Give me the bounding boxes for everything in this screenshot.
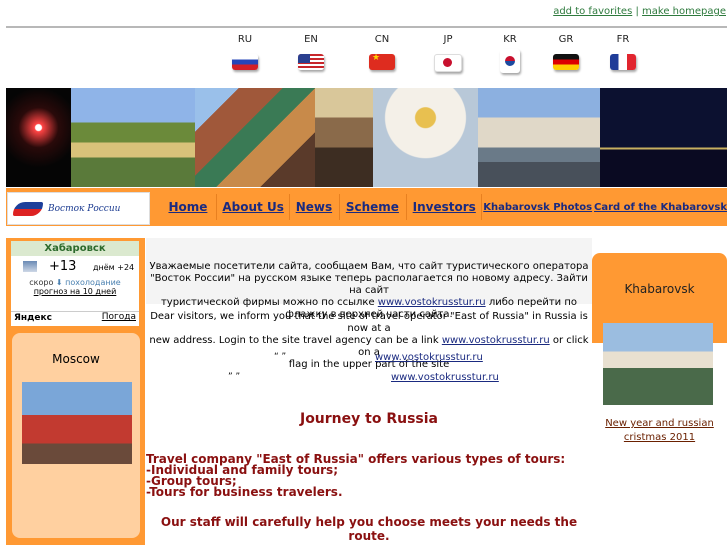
weather-outlook: скоро ⬇ похолодание: [11, 278, 139, 287]
quote-marks: ” ”: [228, 372, 241, 382]
right-column: Khabarovsk New year and russian cristmas…: [592, 238, 727, 545]
notice-ru-line: Уважаемые посетители сайта, сообщаем Вам…: [149, 261, 589, 272]
palace-photo: [478, 88, 600, 187]
nav-divider: [288, 194, 290, 220]
top-divider: [6, 26, 727, 28]
weather-footer: Яндекс Погода: [11, 311, 139, 325]
pogoda-link[interactable]: Погода: [102, 312, 136, 322]
lang-code: KR: [503, 34, 517, 45]
vostok-link[interactable]: www.vostokrusstur.ru: [378, 297, 486, 308]
lang-cn[interactable]: CN: [362, 34, 402, 73]
nav-divider: [338, 194, 340, 220]
bridge-night-photo: [600, 88, 727, 187]
nav-about[interactable]: About Us: [222, 200, 283, 214]
left-column: Хабаровск +13 днём +24 скоро ⬇ похолодан…: [6, 238, 145, 545]
notice-ru-text: либо перейти по: [488, 297, 578, 308]
notice-en-text: new address. Login to the site travel ag…: [149, 335, 439, 346]
lang-kr[interactable]: KR: [490, 34, 530, 76]
top-links-separator: |: [635, 6, 639, 17]
main-content: Уважаемые посетители сайта, сообщаем Вам…: [146, 238, 592, 545]
weather-widget: Хабаровск +13 днём +24 скоро ⬇ похолодан…: [11, 241, 139, 326]
staff-text: Our staff will carefully help you choose…: [160, 515, 578, 543]
lang-fr[interactable]: FR: [603, 34, 643, 73]
lang-code: CN: [374, 34, 390, 45]
new-year-link[interactable]: New year and russian cristmas 2011: [592, 417, 727, 445]
top-links: add to favorites | make homepage: [553, 6, 726, 17]
caption-line: cristmas 2011: [623, 432, 696, 443]
notice-en-line: new address. Login to the site travel ag…: [146, 335, 592, 359]
weather-soon-text: похолодание: [65, 278, 121, 287]
lang-en[interactable]: EN: [291, 34, 331, 73]
lang-code: FR: [616, 34, 630, 45]
logo-text: Восток России: [48, 204, 121, 214]
nav-home[interactable]: Home: [168, 200, 207, 214]
fireworks-photo: [6, 88, 71, 187]
savior-on-blood-photo: [195, 88, 315, 187]
nav-scheme[interactable]: Scheme: [346, 200, 399, 214]
notice-en-line: Dear visitors, we inform you that the si…: [150, 311, 588, 334]
lang-code: GR: [558, 34, 574, 45]
moscow-title: Moscow: [52, 352, 100, 366]
lang-code: RU: [237, 34, 253, 45]
korea-flag-icon[interactable]: [500, 49, 520, 73]
journey-heading: Journey to Russia: [299, 411, 438, 427]
lang-gr[interactable]: GR: [546, 34, 586, 73]
khabarovsk-photo[interactable]: [603, 323, 713, 405]
notice-ru-line: "Восток России" на русском языке теперь …: [150, 273, 588, 296]
moscow-box: Moscow: [12, 333, 140, 538]
lang-code: EN: [304, 34, 318, 45]
notice-english: Dear visitors, we inform you that the si…: [146, 311, 592, 371]
germany-flag-icon[interactable]: [553, 54, 579, 70]
notice-ru-line: туристической фирмы можно по ссылке www.…: [146, 297, 592, 309]
cloud-icon: [23, 261, 37, 272]
khabarovsk-title: Khabarovsk: [624, 282, 695, 296]
make-homepage-link[interactable]: make homepage: [642, 6, 726, 17]
language-bar: RU EN CN JP KR GR FR: [0, 34, 727, 84]
japan-flag-icon[interactable]: [434, 54, 462, 72]
arrow-down-icon: ⬇: [55, 278, 63, 287]
tours-list: Travel company "East of Russia" offers v…: [146, 453, 565, 499]
lang-code: JP: [443, 34, 453, 45]
nav-news[interactable]: News: [296, 200, 332, 214]
photo-banner: [6, 88, 727, 187]
nav-divider: [215, 194, 217, 220]
cathedral-photo: [315, 88, 373, 187]
weather-temp: +13: [49, 259, 77, 274]
quote-marks: “ ”: [274, 352, 287, 362]
usa-flag-icon[interactable]: [298, 54, 324, 70]
nav-khabarovsk-photos[interactable]: Khabarovsk Photos: [483, 202, 592, 213]
forecast-link[interactable]: прогноз на 10 дней: [11, 287, 139, 296]
moscow-photo[interactable]: [22, 382, 132, 464]
main-nav: Восток России Home About Us News Scheme …: [6, 188, 727, 226]
tour-item: -Tours for business travelers.: [146, 485, 343, 499]
caption-line: New year and russian: [605, 418, 714, 429]
weather-soon: скоро: [29, 278, 54, 287]
vostok-logo[interactable]: Восток России: [7, 192, 150, 225]
vostok-link[interactable]: www.vostokrusstur.ru: [375, 352, 483, 363]
church-photo: [373, 88, 478, 187]
peterhof-photo: [71, 88, 195, 187]
russia-flag-icon[interactable]: [232, 54, 258, 70]
lang-jp[interactable]: JP: [428, 34, 468, 75]
lang-ru[interactable]: RU: [225, 34, 265, 73]
add-to-favorites-link[interactable]: add to favorites: [553, 6, 632, 17]
weather-day-temp: днём +24: [93, 263, 135, 272]
china-flag-icon[interactable]: [369, 54, 395, 70]
notice-en-line: flag in the upper part of the site: [288, 359, 450, 370]
notice-ru-text: туристической фирмы можно по ссылке: [160, 297, 375, 308]
nav-investors[interactable]: Investors: [413, 200, 476, 214]
nav-divider: [480, 194, 482, 220]
logo-swoosh-icon: [13, 202, 43, 216]
vostok-link[interactable]: www.vostokrusstur.ru: [442, 335, 550, 346]
nav-divider: [405, 194, 407, 220]
nav-card-khabarovsk[interactable]: Card of the Khabarovsk: [594, 202, 727, 213]
weather-city: Хабаровск: [11, 241, 139, 256]
vostok-link[interactable]: www.vostokrusstur.ru: [391, 372, 499, 383]
france-flag-icon[interactable]: [610, 54, 636, 70]
yandex-logo[interactable]: Яндекс: [14, 313, 52, 323]
nav-links: Home About Us News Scheme Investors Khab…: [151, 188, 727, 226]
